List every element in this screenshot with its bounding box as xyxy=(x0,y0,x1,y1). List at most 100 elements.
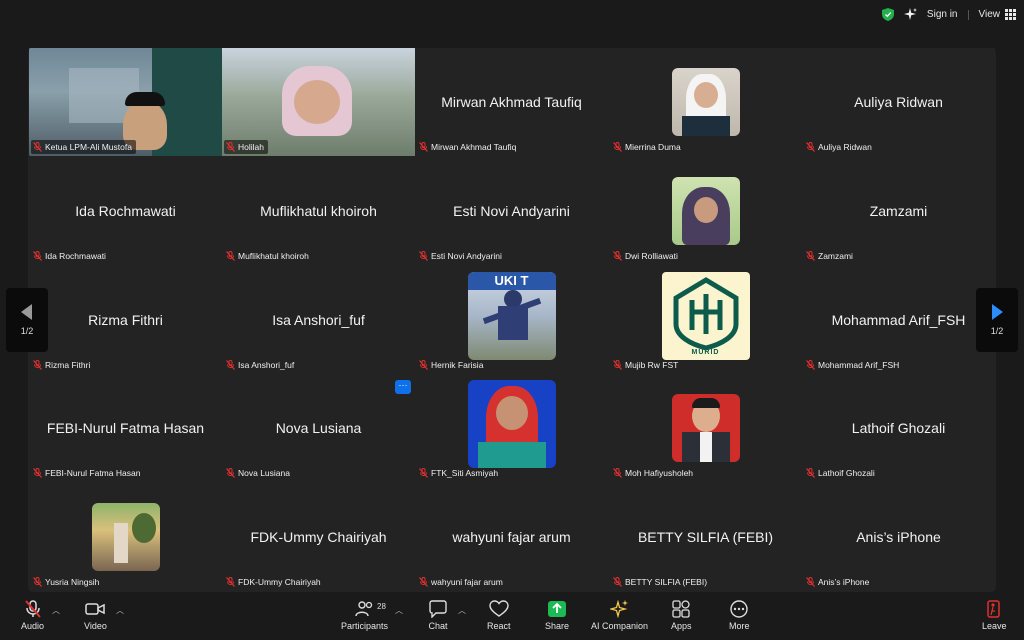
participant-display-name: Zamzami xyxy=(869,203,928,219)
participant-tile[interactable]: UKI T Hernik Farisia xyxy=(415,266,608,374)
participant-name-label: Mujib Rw FST xyxy=(625,360,679,370)
share-label: Share xyxy=(545,621,570,631)
participant-name-label: Zamzami xyxy=(818,251,853,261)
mic-muted-icon xyxy=(24,600,41,618)
participant-name-tag: Ketua LPM-Ali Mustofa xyxy=(31,140,136,154)
tile-more-options-button[interactable]: ··· xyxy=(395,380,411,394)
mic-muted-icon xyxy=(33,142,42,152)
mic-muted-icon xyxy=(33,577,42,587)
participant-display-name: Auliya Ridwan xyxy=(854,94,943,110)
leave-label: Leave xyxy=(982,621,1007,631)
participant-tile[interactable]: Muflikhatul khoiroh Muflikhatul khoiroh xyxy=(222,157,415,265)
video-button[interactable]: Video xyxy=(84,600,107,631)
participant-tile[interactable]: Dwi Rolliawati xyxy=(609,157,802,265)
audio-label: Audio xyxy=(21,621,45,631)
participant-name-label: wahyuni fajar arum xyxy=(431,577,503,587)
participant-name-tag: FDK-Ummy Chairiyah xyxy=(224,575,325,589)
sign-in-button[interactable]: Sign in xyxy=(927,9,958,20)
participant-tile[interactable]: Auliya Ridwan Auliya Ridwan xyxy=(802,48,995,156)
leave-button[interactable]: Leave xyxy=(982,600,1007,631)
participant-tile[interactable]: Yusria Ningsih xyxy=(29,483,222,591)
mic-muted-icon xyxy=(419,251,428,261)
participant-tile[interactable]: Holilah xyxy=(222,48,415,156)
participant-tile[interactable]: FDK-Ummy Chairiyah FDK-Ummy Chairiyah xyxy=(222,483,415,591)
grid-view-icon xyxy=(1005,9,1016,20)
ai-companion-label: AI Companion xyxy=(591,621,649,631)
view-button[interactable]: View xyxy=(979,9,1016,20)
participant-tile[interactable]: FEBI-Nurul Fatma Hasan FEBI-Nurul Fatma H… xyxy=(29,374,222,482)
participant-display-name: BETTY SILFIA (FEBI) xyxy=(637,529,774,545)
mic-muted-icon xyxy=(226,468,235,478)
previous-page-button[interactable]: 1/2 xyxy=(6,288,48,352)
leave-door-icon xyxy=(987,600,1001,618)
participant-display-name: Muflikhatul khoiroh xyxy=(260,203,377,219)
participant-tile[interactable]: Nova Lusiana Nova Lusiana xyxy=(222,374,415,482)
participants-label: Participants xyxy=(341,621,389,631)
participant-display-name: Nova Lusiana xyxy=(275,420,362,436)
participant-name-tag: FTK_Siti Asmiyah xyxy=(417,466,502,480)
participants-options-caret[interactable]: ︿ xyxy=(395,605,403,616)
participant-name-tag: Anis’s iPhone xyxy=(804,575,873,589)
participant-tile[interactable]: Isa Anshori_fuf Isa Anshori_fuf xyxy=(222,266,415,374)
apps-label: Apps xyxy=(671,621,692,631)
video-label: Video xyxy=(84,621,107,631)
participant-name-label: Mierrina Duma xyxy=(625,142,681,152)
page-indicator-right: 1/2 xyxy=(990,326,1004,336)
arrow-right-icon xyxy=(992,304,1003,320)
participant-name-label: Esti Novi Andyarini xyxy=(431,251,502,261)
encryption-shield-icon[interactable] xyxy=(881,8,894,21)
more-button[interactable]: More xyxy=(729,600,750,631)
participant-tile[interactable]: wahyuni fajar arum wahyuni fajar arum xyxy=(415,483,608,591)
participant-display-name: Mirwan Akhmad Taufiq xyxy=(441,94,582,110)
participant-name-tag: Isa Anshori_fuf xyxy=(224,358,298,372)
participant-name-tag: FEBI-Nurul Fatma Hasan xyxy=(31,466,144,480)
participant-name-label: Moh Hafiyusholeh xyxy=(625,468,694,478)
apps-button[interactable]: Apps xyxy=(671,600,692,631)
participant-tile[interactable]: Mierrina Duma xyxy=(609,48,802,156)
participant-name-label: Hernik Farisia xyxy=(431,360,484,370)
participant-tile[interactable]: Mohammad Arif_FSH Mohammad Arif_FSH xyxy=(802,266,995,374)
react-button[interactable]: React xyxy=(487,600,511,631)
participant-tile[interactable]: BETTY SILFIA (FEBI) BETTY SILFIA (FEBI) xyxy=(609,483,802,591)
ai-companion-button[interactable]: AI Companion xyxy=(591,600,648,631)
participant-tile[interactable]: Mirwan Akhmad Taufiq Mirwan Akhmad Taufiq xyxy=(415,48,608,156)
participant-tile[interactable]: Ketua LPM-Ali Mustofa xyxy=(29,48,222,156)
participant-tile[interactable]: MURID Mujib Rw FST xyxy=(609,266,802,374)
participant-tile[interactable]: Moh Hafiyusholeh xyxy=(609,374,802,482)
participant-name-tag: Auliya Ridwan xyxy=(804,140,876,154)
participant-display-name: Rizma Fithri xyxy=(88,312,163,328)
more-label: More xyxy=(729,621,750,631)
participant-tile[interactable]: FTK_Siti Asmiyah xyxy=(415,374,608,482)
audio-button[interactable]: Audio xyxy=(21,600,44,631)
participant-tile[interactable]: Zamzami Zamzami xyxy=(802,157,995,265)
participant-tile[interactable]: Ida Rochmawati Ida Rochmawati xyxy=(29,157,222,265)
chat-options-caret[interactable]: ︿ xyxy=(458,605,466,616)
arrow-left-icon xyxy=(21,304,32,320)
divider xyxy=(967,9,969,20)
ai-sparkle-icon[interactable] xyxy=(903,8,917,21)
share-button[interactable]: Share xyxy=(545,600,569,631)
participant-tile[interactable]: Anis’s iPhone Anis’s iPhone xyxy=(802,483,995,591)
mic-muted-icon xyxy=(33,360,42,370)
participant-tile[interactable]: Rizma Fithri Rizma Fithri xyxy=(29,266,222,374)
mic-muted-icon xyxy=(806,468,815,478)
mic-muted-icon xyxy=(419,360,428,370)
participant-display-name: Anis’s iPhone xyxy=(856,529,941,545)
participant-name-tag: Esti Novi Andyarini xyxy=(417,249,506,263)
mic-muted-icon xyxy=(613,142,622,152)
next-page-button[interactable]: 1/2 xyxy=(976,288,1018,352)
logo-text: MURID xyxy=(691,349,720,356)
video-options-caret[interactable]: ︿ xyxy=(116,605,124,616)
chat-button[interactable]: Chat xyxy=(428,600,448,631)
participant-name-tag: Hernik Farisia xyxy=(417,358,487,372)
participant-tile[interactable]: Esti Novi Andyarini Esti Novi Andyarini xyxy=(415,157,608,265)
participant-name-tag: Yusria Ningsih xyxy=(31,575,103,589)
participant-name-tag: Mierrina Duma xyxy=(611,140,685,154)
participant-name-label: FDK-Ummy Chairiyah xyxy=(238,577,321,587)
audio-options-caret[interactable]: ︿ xyxy=(52,605,60,616)
participant-name-label: Yusria Ningsih xyxy=(45,577,100,587)
participant-tile[interactable]: Lathoif Ghozali Lathoif Ghozali xyxy=(802,374,995,482)
participant-name-tag: Ida Rochmawati xyxy=(31,249,110,263)
top-bar: Sign in View xyxy=(0,0,1024,34)
participant-name-label: FTK_Siti Asmiyah xyxy=(431,468,499,478)
